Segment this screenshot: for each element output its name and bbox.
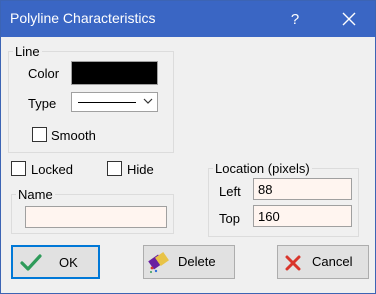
polyline-dialog: Polyline Characteristics ? Line Color Ty… — [0, 0, 376, 294]
smooth-checkbox[interactable] — [32, 127, 47, 142]
title-bar: Polyline Characteristics ? — [1, 1, 375, 37]
locked-label: Locked — [31, 162, 73, 177]
line-group-legend: Line — [13, 44, 42, 59]
cancel-label: Cancel — [312, 254, 353, 269]
help-button[interactable]: ? — [277, 1, 313, 37]
line-type-preview — [78, 102, 136, 103]
line-type-select[interactable] — [71, 92, 158, 112]
help-icon: ? — [290, 10, 300, 28]
delete-button[interactable]: Delete — [143, 245, 235, 279]
chevron-down-icon — [143, 98, 153, 104]
dialog-title: Polyline Characteristics — [10, 10, 156, 26]
checkmark-icon — [20, 254, 42, 271]
color-label: Color — [28, 66, 60, 81]
top-input[interactable]: 160 — [253, 205, 352, 227]
locked-checkbox[interactable] — [11, 161, 26, 176]
cancel-x-icon — [285, 255, 301, 271]
type-label: Type — [28, 96, 57, 111]
color-swatch[interactable] — [71, 61, 158, 85]
location-group-legend: Location (pixels) — [213, 161, 312, 176]
close-button[interactable] — [331, 1, 367, 37]
hide-checkbox[interactable] — [107, 161, 122, 176]
name-input[interactable] — [25, 206, 167, 228]
delete-label: Delete — [178, 254, 216, 269]
smooth-label: Smooth — [51, 128, 96, 143]
close-icon — [342, 12, 356, 26]
eraser-icon — [148, 252, 169, 273]
left-label: Left — [219, 184, 241, 199]
left-input[interactable]: 88 — [253, 178, 352, 200]
name-group-legend: Name — [16, 187, 55, 202]
hide-label: Hide — [127, 162, 154, 177]
top-label: Top — [219, 211, 240, 226]
ok-label: OK — [59, 255, 78, 270]
cancel-button[interactable]: Cancel — [277, 245, 369, 279]
ok-button[interactable]: OK — [11, 245, 100, 279]
